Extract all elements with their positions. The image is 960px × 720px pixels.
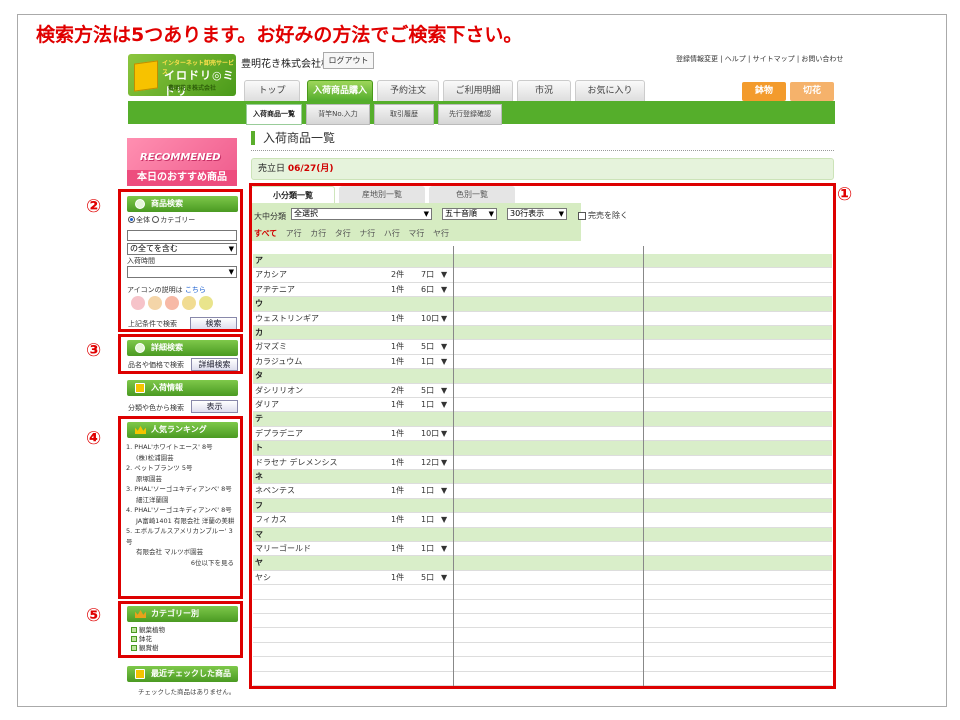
subtab-history[interactable]: 取引履歴	[374, 104, 434, 125]
recommend-subtitle: 本日のおすすめ商品	[127, 170, 237, 186]
highlight-area-3	[118, 334, 243, 374]
top-links[interactable]: 登録情報変更 | ヘルプ | サイトマップ | お問い合わせ	[676, 54, 843, 64]
marker-3: ③	[86, 340, 102, 361]
main-nav: トップ 入荷商品購入 予約注文 ご利用明細 市況 お気に入り	[244, 80, 774, 102]
headline: 検索方法は5つあります。お好みの方法でご検索下さい。	[36, 24, 523, 46]
tab-market[interactable]: 市況	[517, 80, 571, 102]
marker-4: ④	[86, 428, 102, 449]
recent-icon	[135, 669, 145, 679]
company-name: 豊明花き株式会社様	[241, 59, 331, 70]
tab-favorites[interactable]: お気に入り	[575, 80, 645, 102]
highlight-area-5	[118, 601, 243, 658]
marker-1: ①	[837, 184, 853, 205]
tab-reservation[interactable]: 予約注文	[377, 80, 439, 102]
tab-top[interactable]: トップ	[244, 80, 300, 102]
recent-header: 最近チェックした商品	[127, 666, 238, 682]
arrival-show-button[interactable]: 表示	[191, 400, 238, 413]
recommend-title: RECOMMENED	[140, 152, 221, 163]
recent-empty: チェックした商品はありません。	[138, 688, 236, 696]
logo-cube-icon	[134, 60, 158, 92]
logout-button[interactable]: ログアウト	[323, 52, 374, 69]
marker-2: ②	[86, 196, 102, 217]
tab-purchase[interactable]: 入荷商品購入	[307, 80, 373, 102]
arrival-info-header: 入荷情報	[127, 380, 238, 396]
highlight-area-4	[118, 416, 243, 599]
marker-5: ⑤	[86, 605, 102, 626]
date-bar: 売立日 06/27(月)	[251, 158, 834, 180]
recommend-banner[interactable]: RECOMMENED 本日のおすすめ商品	[127, 138, 237, 186]
logo-company: 豊明花き株式会社	[168, 85, 217, 92]
category-potted-button[interactable]: 鉢物	[742, 82, 786, 101]
page-title: 入荷商品一覧	[251, 131, 335, 145]
sale-date: 06/27(月)	[287, 164, 334, 174]
site-logo[interactable]: インターネット卸売サービス イロドリ◎ミドリ 豊明花き株式会社	[128, 54, 236, 98]
subtab-arrivals[interactable]: 入荷商品一覧	[246, 104, 302, 125]
arrival-info-label: 分類や色から検索	[128, 404, 184, 412]
title-divider	[251, 150, 834, 151]
tab-statement[interactable]: ご利用明細	[443, 80, 513, 102]
highlight-area-1	[249, 183, 836, 689]
subtab-preregistration[interactable]: 先行登録確認	[438, 104, 502, 125]
subtab-number-input[interactable]: 背竿No.入力	[306, 104, 370, 125]
category-cut-button[interactable]: 切花	[790, 82, 834, 101]
highlight-area-2	[118, 189, 243, 332]
arrival-icon	[135, 383, 145, 393]
